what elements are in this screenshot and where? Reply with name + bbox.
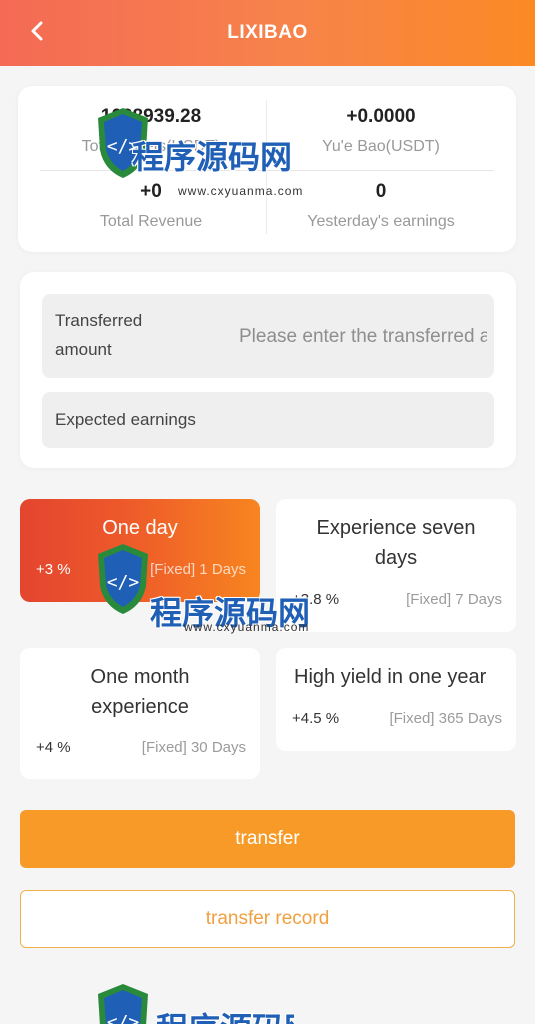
watermark-url: www.cxyuanma.com [178, 184, 304, 198]
expected-earnings-field: Expected earnings [42, 392, 494, 448]
page-title: LIXIBAO [227, 22, 308, 43]
watermark: </> 程序源码网 www.cxyuanma.com [94, 540, 334, 640]
transfer-amount-label: Transferred amount [55, 311, 143, 359]
top-bar: LIXIBAO [0, 0, 535, 66]
shield-logo-icon: </> [98, 984, 148, 1024]
plan-one-year[interactable]: High yield in one year +4.5 % [Fixed] 36… [276, 648, 516, 751]
yesterday-earnings-label: Yesterday's earnings [307, 213, 455, 230]
plan-term: [Fixed] 7 Days [406, 591, 502, 608]
watermark: </> 程序源码网 [94, 980, 294, 1024]
plan-one-month[interactable]: One month experience +4 % [Fixed] 30 Day… [20, 648, 260, 779]
plan-name: One day [102, 517, 178, 539]
watermark-text: 程序源码网 [132, 139, 293, 175]
plan-rate: +4.5 % [292, 710, 340, 727]
svg-text:</>: </> [107, 1012, 140, 1024]
back-button[interactable] [22, 16, 52, 46]
plan-rate: +4 % [36, 739, 71, 756]
plan-name: High yield in one year [294, 666, 487, 688]
watermark-url: www.cxyuanma.com [184, 620, 310, 634]
watermark: </> 程序源码网 www.cxyuanma.com [94, 104, 334, 204]
plan-name: One month experience [90, 666, 190, 718]
svg-text:</>: </> [107, 572, 140, 593]
expected-earnings-label: Expected earnings [55, 410, 196, 429]
chevron-left-icon [31, 21, 43, 41]
transfer-button[interactable]: transfer [20, 810, 515, 868]
transfer-form: Transferred amount Expected earnings [20, 272, 516, 468]
transfer-amount-input[interactable] [237, 320, 489, 354]
plan-term: [Fixed] 365 Days [389, 710, 502, 727]
shield-logo-icon: </> [98, 544, 148, 614]
plan-term: [Fixed] 30 Days [141, 739, 246, 756]
transfer-record-button[interactable]: transfer record [20, 890, 515, 948]
transfer-amount-field: Transferred amount [42, 294, 494, 378]
watermark-text: 程序源码网 [156, 1004, 294, 1024]
plan-rate: +3 % [36, 561, 71, 578]
total-revenue-label: Total Revenue [99, 213, 203, 230]
